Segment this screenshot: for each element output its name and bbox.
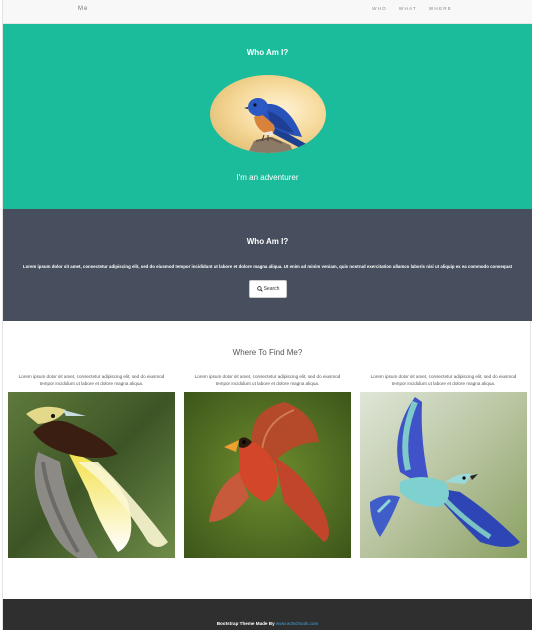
cardinal-icon: [184, 392, 351, 558]
find-column-text: Lorem ipsum dolor sit amet, consectetur …: [194, 374, 341, 386]
hero-subtitle: I'm an adventurer: [236, 173, 299, 182]
page-frame: Me WHO WHAT WHERE Who Am I? I'm an adven…: [2, 0, 532, 630]
find-column-text: Lorem ipsum dolor sit amet, consectetur …: [18, 374, 165, 386]
nav-link-who[interactable]: WHO: [372, 6, 387, 11]
search-button-label: Search: [263, 286, 280, 292]
footer-credit: Bootstrap Theme Made By: [216, 621, 275, 626]
find-column-2: Lorem ipsum dolor sit amet, consectetur …: [184, 374, 351, 558]
navbar: Me WHO WHAT WHERE: [3, 0, 532, 24]
about-text: Lorem ipsum dolor sit amet, consectetur …: [22, 264, 513, 269]
find-column-text: Lorem ipsum dolor sit amet, consectetur …: [370, 374, 517, 386]
cardinal-image: [184, 392, 351, 558]
bird-of-paradise-icon: [8, 392, 175, 558]
roller-bird-icon: [360, 392, 527, 558]
footer-link[interactable]: www.w3schools.com: [276, 621, 318, 626]
about-title: Who Am I?: [246, 237, 289, 246]
nav-links: WHO WHAT WHERE: [372, 6, 452, 11]
find-column-1: Lorem ipsum dolor sit amet, consectetur …: [8, 374, 175, 558]
search-button[interactable]: Search: [249, 280, 287, 298]
find-column-3: Lorem ipsum dolor sit amet, consectetur …: [360, 374, 527, 558]
find-title: Where To Find Me?: [232, 348, 303, 357]
about-section: Who Am I? Lorem ipsum dolor sit amet, co…: [3, 209, 532, 321]
search-icon: [256, 286, 263, 292]
nav-link-where[interactable]: WHERE: [429, 6, 452, 11]
bluebird-icon: [244, 98, 308, 153]
nav-link-what[interactable]: WHAT: [399, 6, 417, 11]
footer: Bootstrap Theme Made By www.w3schools.co…: [3, 599, 532, 630]
footer-text: Bootstrap Theme Made By www.w3schools.co…: [3, 621, 532, 626]
hero-title: Who Am I?: [246, 48, 289, 57]
avatar-bird-image: [210, 75, 326, 153]
bird-of-paradise-image: [8, 392, 175, 558]
lilac-roller-image: [360, 392, 527, 558]
hero-section: Who Am I? I'm an adventurer: [3, 24, 532, 209]
navbar-brand[interactable]: Me: [78, 6, 88, 12]
